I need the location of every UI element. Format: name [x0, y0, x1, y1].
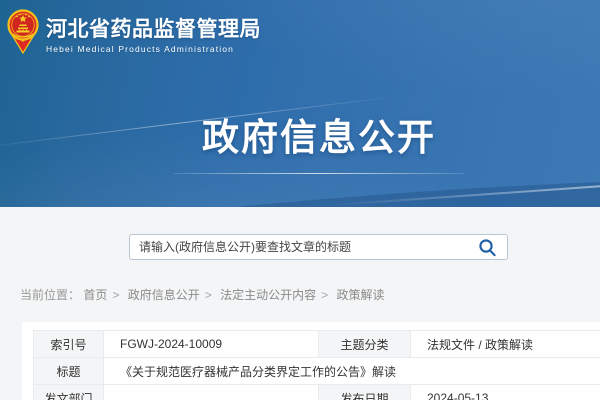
search-input[interactable]	[130, 235, 474, 259]
org-name-zh: 河北省药品监督管理局	[46, 19, 261, 41]
publish-date-label: 发布日期	[319, 385, 411, 400]
banner-title: 政府信息公开	[174, 116, 465, 160]
breadcrumb-separator: >	[321, 288, 328, 302]
publish-date-value: 2024-05-13	[411, 385, 600, 400]
breadcrumb-label: 当前位置：	[20, 288, 80, 302]
page: 河北省药品监督管理局 Hebei Medical Products Admini…	[0, 0, 600, 400]
org-name-en: Hebei Medical Products Administration	[46, 44, 261, 54]
site-header: 河北省药品监督管理局 Hebei Medical Products Admini…	[0, 0, 600, 207]
breadcrumb-link-info-disclosure[interactable]: 政府信息公开	[128, 288, 200, 302]
table-row-index-category: 索引号 FGWJ-2024-10009 主题分类 法规文件 / 政策解读	[34, 331, 600, 358]
search-icon	[478, 238, 497, 257]
search-button[interactable]	[478, 238, 497, 257]
breadcrumb-separator: >	[112, 288, 119, 302]
document-info-table: 索引号 FGWJ-2024-10009 主题分类 法规文件 / 政策解读 标题 …	[33, 330, 600, 400]
banner: 政府信息公开	[174, 116, 465, 174]
title-value: 《关于规范医疗器械产品分类界定工作的公告》解读	[104, 358, 600, 385]
site-logo[interactable]: 河北省药品监督管理局 Hebei Medical Products Admini…	[7, 8, 261, 54]
breadcrumb: 当前位置： 首页 > 政府信息公开 > 法定主动公开内容 > 政策解读	[20, 286, 385, 303]
breadcrumb-link-statutory-disclosure[interactable]: 法定主动公开内容	[220, 288, 316, 302]
index-number-value: FGWJ-2024-10009	[104, 331, 319, 358]
search-box	[129, 234, 508, 260]
breadcrumb-separator: >	[205, 288, 212, 302]
brand-text: 河北省药品监督管理局 Hebei Medical Products Admini…	[46, 8, 261, 54]
breadcrumb-link-policy-interpretation[interactable]: 政策解读	[336, 288, 384, 302]
category-value: 法规文件 / 政策解读	[411, 331, 600, 358]
department-value	[104, 385, 319, 400]
china-national-emblem-icon	[7, 8, 39, 54]
category-label: 主题分类	[319, 331, 411, 358]
index-number-label: 索引号	[34, 331, 104, 358]
department-label: 发文部门	[34, 385, 104, 400]
table-row-department-date: 发文部门 发布日期 2024-05-13	[34, 385, 600, 400]
table-row-title: 标题 《关于规范医疗器械产品分类界定工作的公告》解读	[34, 358, 600, 385]
banner-underline	[174, 173, 465, 174]
title-label: 标题	[34, 358, 104, 385]
breadcrumb-link-home[interactable]: 首页	[83, 288, 107, 302]
